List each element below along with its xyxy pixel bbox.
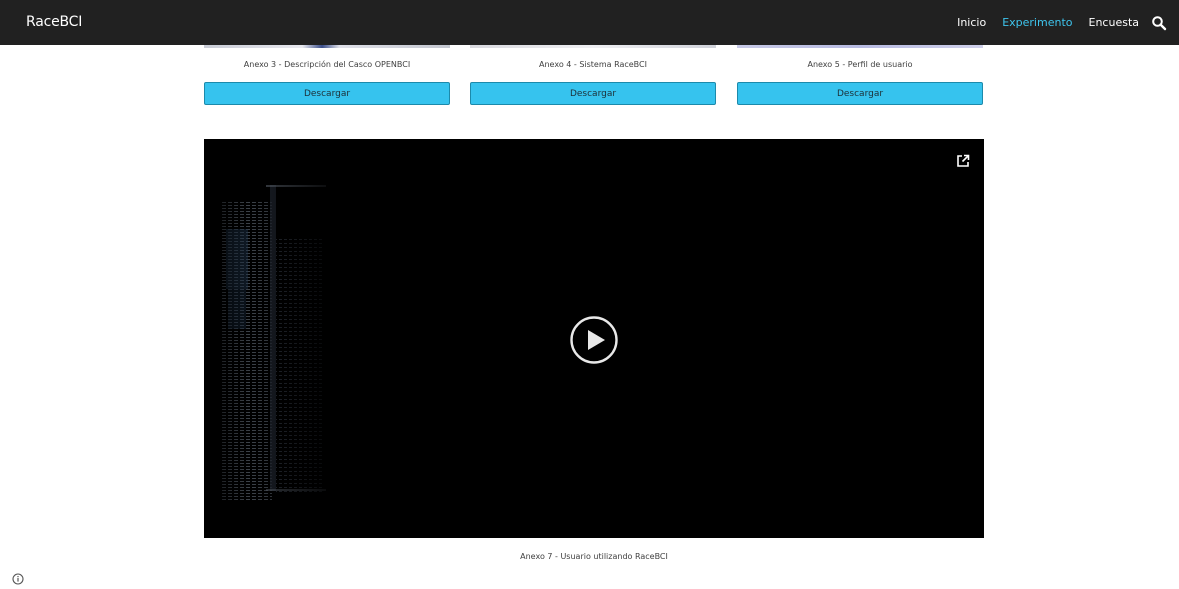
annex-5-caption: Anexo 5 - Perfil de usuario [807, 60, 913, 69]
annex-3-caption: Anexo 3 - Descripción del Casco OPENBCI [243, 60, 411, 69]
annex-3-thumbnail[interactable] [204, 45, 450, 48]
annex-3-download-button[interactable]: Descargar [204, 82, 450, 105]
main-nav: Inicio Experimento Encuesta [957, 0, 1167, 45]
play-icon[interactable] [570, 316, 618, 364]
search-icon[interactable] [1151, 15, 1167, 31]
annex-5-thumbnail[interactable] [737, 45, 983, 48]
annex-4-download-button[interactable]: Descargar [470, 82, 716, 105]
annex-5-download-button[interactable]: Descargar [737, 82, 983, 105]
nav-item-encuesta[interactable]: Encuesta [1089, 16, 1140, 29]
open-in-new-icon[interactable] [956, 154, 970, 168]
annex-4-thumbnail[interactable] [470, 45, 716, 48]
site-title[interactable]: RaceBCI [26, 14, 82, 30]
nav-item-experimento[interactable]: Experimento [1002, 16, 1072, 29]
embedded-video-player[interactable] [204, 139, 984, 538]
info-icon[interactable] [12, 573, 24, 585]
video-caption: Anexo 7 - Usuario utilizando RaceBCI [520, 552, 668, 561]
annex-4-caption: Anexo 4 - Sistema RaceBCI [539, 60, 647, 69]
top-navigation-bar: RaceBCI Inicio Experimento Encuesta [0, 0, 1179, 45]
nav-item-inicio[interactable]: Inicio [957, 16, 986, 29]
